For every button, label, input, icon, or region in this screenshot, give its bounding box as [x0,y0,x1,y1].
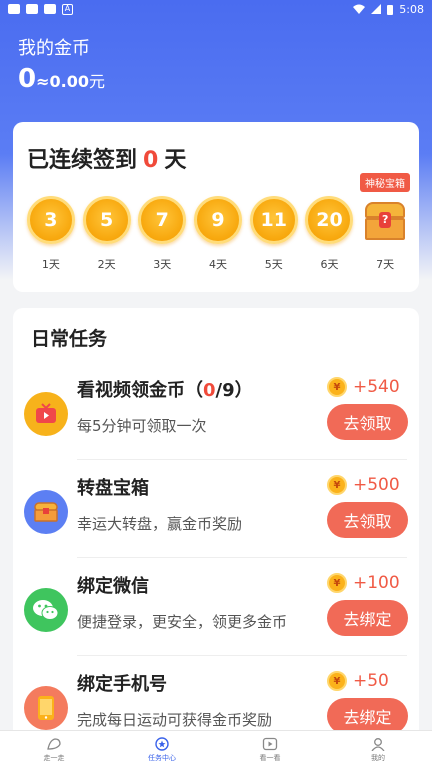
claim-button[interactable]: 去领取 [327,502,408,538]
battery-icon [387,4,394,15]
notification-bug-icon [26,4,38,14]
notification-a-icon: A [62,3,73,15]
checkin-day-chest[interactable]: ? 7天 [357,196,413,272]
tab-label: 我的 [371,753,385,762]
day-coin-icon: 3 [26,196,75,244]
day-label: 6天 [320,258,339,271]
day-coin-icon: 7 [138,196,187,244]
day-label: 7天 [376,258,395,271]
bind-button[interactable]: 去绑定 [327,698,408,734]
bottom-tab-bar: 走一走 任务中心 看一看 我的 [0,730,432,768]
video-icon [262,737,278,750]
phone-icon [24,686,68,730]
task-watch-video: 看视频领金币（0/9） 每5分钟可领取一次 ¥ +540 去领取 [13,362,419,460]
yen-coin-icon: ¥ [327,475,347,495]
chest-question-mark: ? [379,212,392,228]
task-reward: ¥ +500 [327,475,400,495]
coin-cash-value: ≈0.00 [36,72,89,91]
signal-icon [371,4,382,14]
coin-count: 0 [18,64,37,94]
daily-tasks-card: 日常任务 看视频领金币（0/9） 每5分钟可领取一次 ¥ +540 去领取 转盘宝… [13,308,419,738]
task-name-text: 看视频领金币（ [77,380,203,401]
reward-value: +540 [353,377,400,397]
tab-mine[interactable]: 我的 [324,731,432,768]
reward-value: +500 [353,475,400,495]
reward-value: +50 [353,671,389,691]
checkin-days: 3 1天 5 2天 7 3天 9 4天 11 5天 20 6天 ? 7天 [23,196,413,272]
task-bind-wechat: 绑定微信 便捷登录，更安全，领更多金币 ¥ +100 去绑定 [13,558,419,656]
day-label: 5天 [264,258,283,271]
day-label: 3天 [153,258,172,271]
checkin-day[interactable]: 20 6天 [302,196,358,272]
claim-button[interactable]: 去领取 [327,404,408,440]
bind-button[interactable]: 去绑定 [327,600,408,636]
task-name: 绑定手机号 [77,674,167,695]
treasure-chest-icon: ? [361,196,409,244]
checkin-day[interactable]: 3 1天 [23,196,79,272]
task-center-icon [155,736,169,751]
day-label: 1天 [41,258,60,271]
notification-bug-icon [44,4,56,14]
currency-unit: 元 [88,72,105,91]
task-description: 便捷登录，更安全，领更多金币 [77,613,288,631]
task-bind-phone: 绑定手机号 完成每日运动可获得金币奖励 ¥ +50 去绑定 [13,656,419,738]
reward-value: +100 [353,573,400,593]
coin-balance: 0 ≈0.00 元 [18,64,105,94]
day-coin-icon: 11 [249,196,298,244]
checkin-prefix: 已连续签到 [27,148,138,173]
task-reward: ¥ +50 [327,671,389,691]
task-progress-current: 0 [203,380,216,401]
task-description: 每5分钟可领取一次 [77,417,207,435]
tab-walk[interactable]: 走一走 [0,731,108,768]
tv-icon [24,392,68,436]
day-coin-icon: 9 [194,196,243,244]
tab-label: 看一看 [259,753,281,762]
task-description: 完成每日运动可获得金币奖励 [77,711,273,729]
tab-watch[interactable]: 看一看 [216,731,324,768]
yen-coin-icon: ¥ [327,671,347,691]
task-name: 看视频领金币（0/9） [77,376,253,402]
task-reward: ¥ +100 [327,573,400,593]
daily-tasks-title: 日常任务 [31,328,108,350]
notification-bug-icon [8,4,20,14]
day-coin-icon: 20 [305,196,354,244]
yen-coin-icon: ¥ [327,573,347,593]
my-coins-title: 我的金币 [18,38,90,59]
treasure-chest-icon [24,490,68,534]
day-label: 2天 [97,258,116,271]
mystery-chest-badge: 神秘宝箱 [360,173,410,192]
tab-task-center[interactable]: 任务中心 [108,731,216,768]
checkin-card: 已连续签到 0 天 神秘宝箱 3 1天 5 2天 7 3天 9 4天 11 5天 20 6天… [13,122,419,292]
task-name: 绑定微信 [77,576,149,597]
task-description: 幸运大转盘，赢金币奖励 [77,515,243,533]
checkin-suffix: 天 [164,148,187,173]
walk-icon [47,737,61,750]
wifi-icon [353,4,366,14]
yen-coin-icon: ¥ [327,377,347,397]
checkin-title: 已连续签到 0 天 [27,142,186,174]
checkin-day[interactable]: 7 3天 [134,196,190,272]
checkin-day[interactable]: 5 2天 [79,196,135,272]
tab-label: 任务中心 [148,753,176,762]
profile-icon [371,737,385,751]
task-spin-wheel-chest: 转盘宝箱 幸运大转盘，赢金币奖励 ¥ +500 去领取 [13,460,419,558]
task-reward: ¥ +540 [327,377,400,397]
tab-label: 走一走 [43,753,65,762]
day-coin-icon: 5 [82,196,131,244]
status-time: 5:08 [399,2,424,16]
day-label: 4天 [209,258,228,271]
task-name: 转盘宝箱 [77,478,149,499]
checkin-day[interactable]: 11 5天 [246,196,302,272]
checkin-days-count: 0 [143,148,159,173]
task-progress-total: /9） [215,380,253,401]
wechat-icon [24,588,68,632]
status-bar: A 5:08 [0,0,432,18]
checkin-day[interactable]: 9 4天 [190,196,246,272]
